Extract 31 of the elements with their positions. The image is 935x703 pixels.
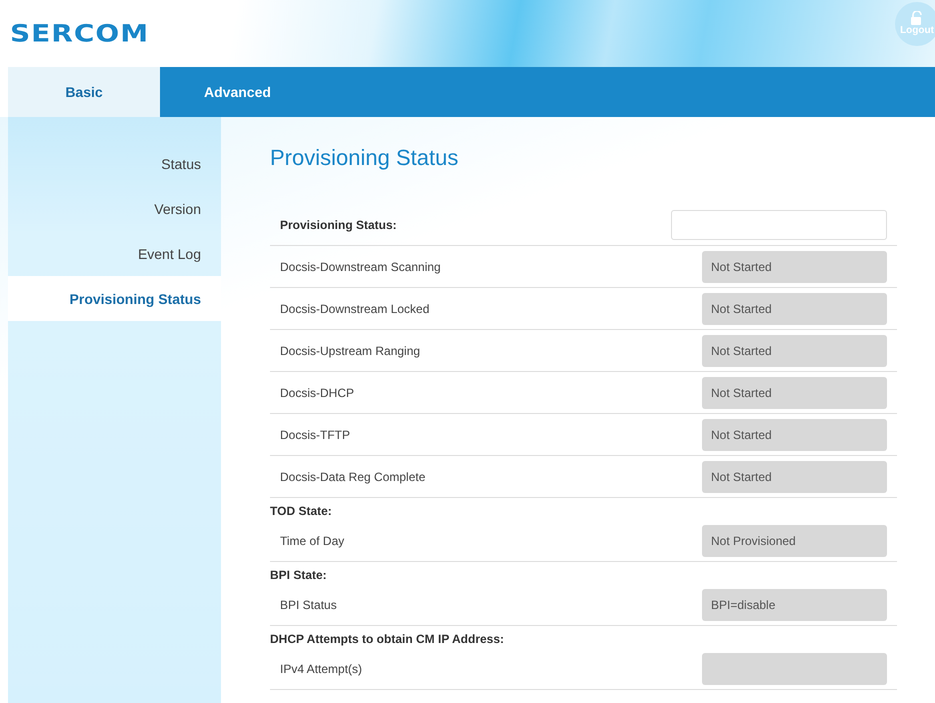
- status-label: Docsis-TFTP: [280, 428, 350, 442]
- status-value: Not Provisioned: [702, 524, 887, 556]
- status-label: IPv4 Attempt(s): [280, 662, 362, 676]
- status-value: Not Started: [702, 418, 887, 450]
- status-value: BPI=disable: [702, 588, 887, 620]
- status-label: Time of Day: [280, 534, 344, 548]
- status-value: Not Started: [702, 250, 887, 282]
- status-value: Not Started: [702, 460, 887, 492]
- status-value: Not Started: [702, 334, 887, 366]
- logo: SERCOM: [10, 19, 150, 48]
- section-heading: TOD State:: [270, 503, 333, 520]
- status-label: BPI Status: [280, 598, 337, 612]
- section-heading: DHCP Attempts to obtain CM IP Address:: [270, 631, 506, 648]
- status-label: Docsis-Data Reg Complete: [280, 470, 426, 484]
- sidebar-item[interactable]: Event Log: [8, 231, 221, 276]
- sidebar-item[interactable]: Provisioning Status: [8, 276, 221, 321]
- nav-tab[interactable]: Advanced: [160, 67, 315, 117]
- status-label: Docsis-Upstream Ranging: [280, 344, 420, 358]
- sidebar-item[interactable]: Status: [8, 141, 221, 186]
- status-value: Not Started: [702, 292, 887, 324]
- status-label: Docsis-Downstream Locked: [280, 302, 430, 316]
- padlock-icon: [910, 11, 924, 25]
- status-value: Not Started: [702, 376, 887, 408]
- section-heading: BPI State:: [270, 567, 328, 584]
- nav-tab[interactable]: Basic: [8, 67, 160, 117]
- page-title: Provisioning Status: [270, 145, 460, 171]
- status-label: Docsis-Downstream Scanning: [280, 260, 441, 274]
- sidebar-item[interactable]: Version: [8, 186, 221, 231]
- status-label: Docsis-DHCP: [280, 386, 354, 400]
- section-heading: Provisioning Status:: [280, 218, 397, 232]
- input-field[interactable]: [671, 210, 887, 240]
